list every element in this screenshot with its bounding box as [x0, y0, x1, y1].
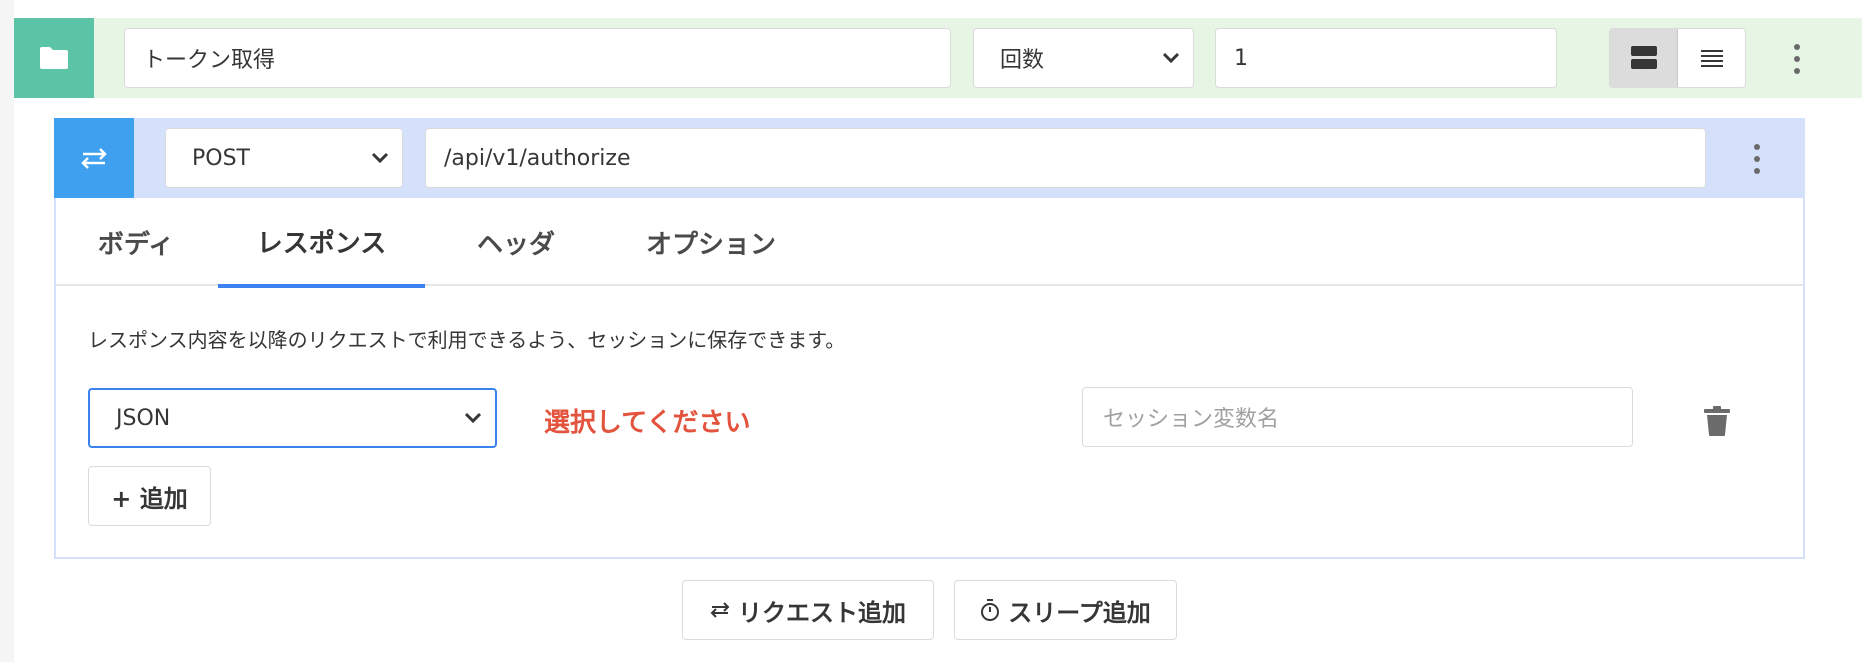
folder-icon-box[interactable] — [14, 18, 94, 98]
tab-body[interactable]: ボディ — [56, 198, 216, 286]
chevron-down-icon — [371, 152, 389, 164]
url-input[interactable]: /api/v1/authorize — [425, 128, 1706, 188]
request-menu-icon[interactable] — [1747, 144, 1767, 174]
chevron-down-icon — [1162, 52, 1180, 64]
list-view-button[interactable] — [1678, 29, 1745, 87]
swap-arrows-icon — [710, 602, 730, 618]
view-mode-toggle — [1609, 28, 1746, 88]
folder-name-input[interactable]: トークン取得 — [124, 28, 951, 88]
loop-type-value: 回数 — [1000, 48, 1045, 73]
folder-name-value: トークン取得 — [143, 48, 276, 73]
tab-headers[interactable]: ヘッダ — [436, 198, 596, 286]
response-description: レスポンス内容を以降のリクエストで利用できるよう、セッションに保存できます。 — [88, 328, 846, 352]
tab-label: オプション — [645, 229, 776, 260]
tab-label: レスポンス — [256, 228, 387, 259]
card-view-icon — [1630, 46, 1657, 69]
request-icon-box[interactable] — [54, 118, 134, 198]
add-mapping-button[interactable]: + 追加 — [88, 466, 211, 526]
folder-menu-icon[interactable] — [1787, 44, 1807, 74]
chevron-down-icon — [464, 412, 482, 424]
selection-warning: 選択してください — [544, 408, 751, 438]
add-request-label: リクエスト追加 — [738, 598, 906, 627]
tab-label: ボディ — [97, 229, 175, 260]
add-sleep-label: スリープ追加 — [1008, 598, 1151, 627]
stopwatch-icon — [981, 599, 1000, 621]
tab-response[interactable]: レスポンス — [218, 198, 425, 288]
method-value: POST — [192, 145, 250, 171]
folder-icon — [40, 47, 68, 69]
method-select[interactable]: POST — [165, 128, 403, 188]
list-view-icon — [1700, 50, 1723, 67]
request-tabs: ボディ レスポンス ヘッダ オプション — [56, 198, 1803, 288]
tab-label: ヘッダ — [476, 229, 555, 260]
loop-type-select[interactable]: 回数 — [973, 28, 1194, 88]
response-format-select[interactable]: JSON — [88, 388, 497, 448]
loop-count-value: 1 — [1234, 45, 1248, 71]
response-format-value: JSON — [116, 405, 171, 431]
tab-options[interactable]: オプション — [611, 198, 811, 286]
trash-icon[interactable] — [1704, 406, 1730, 436]
swap-arrows-icon — [81, 148, 107, 169]
request-body: ボディ レスポンス ヘッダ オプション レスポンス内容を以降のリクエストで利用で… — [54, 198, 1805, 559]
card-view-button[interactable] — [1610, 29, 1678, 87]
add-sleep-button[interactable]: スリープ追加 — [954, 580, 1177, 640]
add-mapping-label: + 追加 — [111, 484, 188, 513]
loop-count-input[interactable]: 1 — [1215, 28, 1557, 88]
add-request-button[interactable]: リクエスト追加 — [682, 580, 934, 640]
session-variable-placeholder: セッション変数名 — [1103, 407, 1280, 432]
url-value: /api/v1/authorize — [444, 145, 631, 171]
session-variable-input[interactable]: セッション変数名 — [1082, 387, 1633, 447]
